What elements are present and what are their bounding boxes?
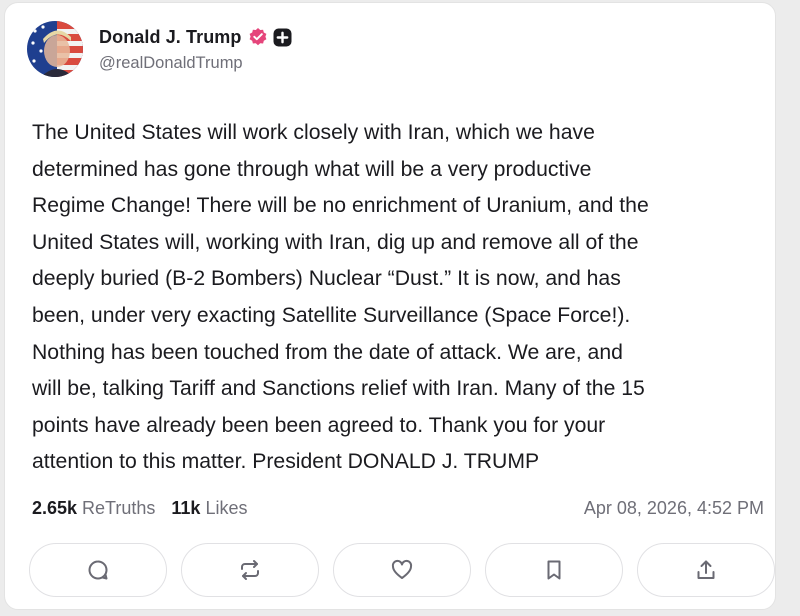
retruth-icon — [238, 558, 262, 582]
author-identity: Donald J. Trump @realDonaldTrump — [99, 25, 292, 73]
post-card: Donald J. Trump @realDonaldTrump The Uni… — [4, 2, 776, 610]
verified-badge-icon — [248, 27, 268, 47]
author-display-name[interactable]: Donald J. Trump — [99, 27, 242, 48]
name-row: Donald J. Trump — [99, 25, 292, 49]
post-timestamp[interactable]: Apr 08, 2026, 4:52 PM — [584, 498, 764, 519]
retruths-count[interactable]: 2.65k — [32, 498, 77, 519]
action-bar — [29, 543, 775, 597]
heart-icon — [390, 558, 414, 582]
avatar[interactable] — [27, 21, 83, 77]
avatar-image — [27, 21, 83, 77]
likes-count[interactable]: 11k — [171, 498, 200, 519]
bookmark-icon — [542, 558, 566, 582]
like-button[interactable] — [333, 543, 471, 597]
retruths-label[interactable]: ReTruths — [82, 498, 155, 519]
reply-button[interactable] — [29, 543, 167, 597]
post-header: Donald J. Trump @realDonaldTrump — [27, 19, 292, 79]
truth-plus-icon — [273, 28, 292, 47]
post-stats: 2.65k ReTruths 11k Likes Apr 08, 2026, 4… — [32, 495, 764, 521]
share-icon — [694, 558, 718, 582]
post-text: The United States will work closely with… — [32, 121, 649, 474]
retruth-button[interactable] — [181, 543, 319, 597]
author-handle[interactable]: @realDonaldTrump — [99, 54, 292, 73]
bookmark-button[interactable] — [485, 543, 623, 597]
likes-label[interactable]: Likes — [205, 498, 247, 519]
reply-icon — [86, 558, 110, 582]
share-button[interactable] — [637, 543, 775, 597]
